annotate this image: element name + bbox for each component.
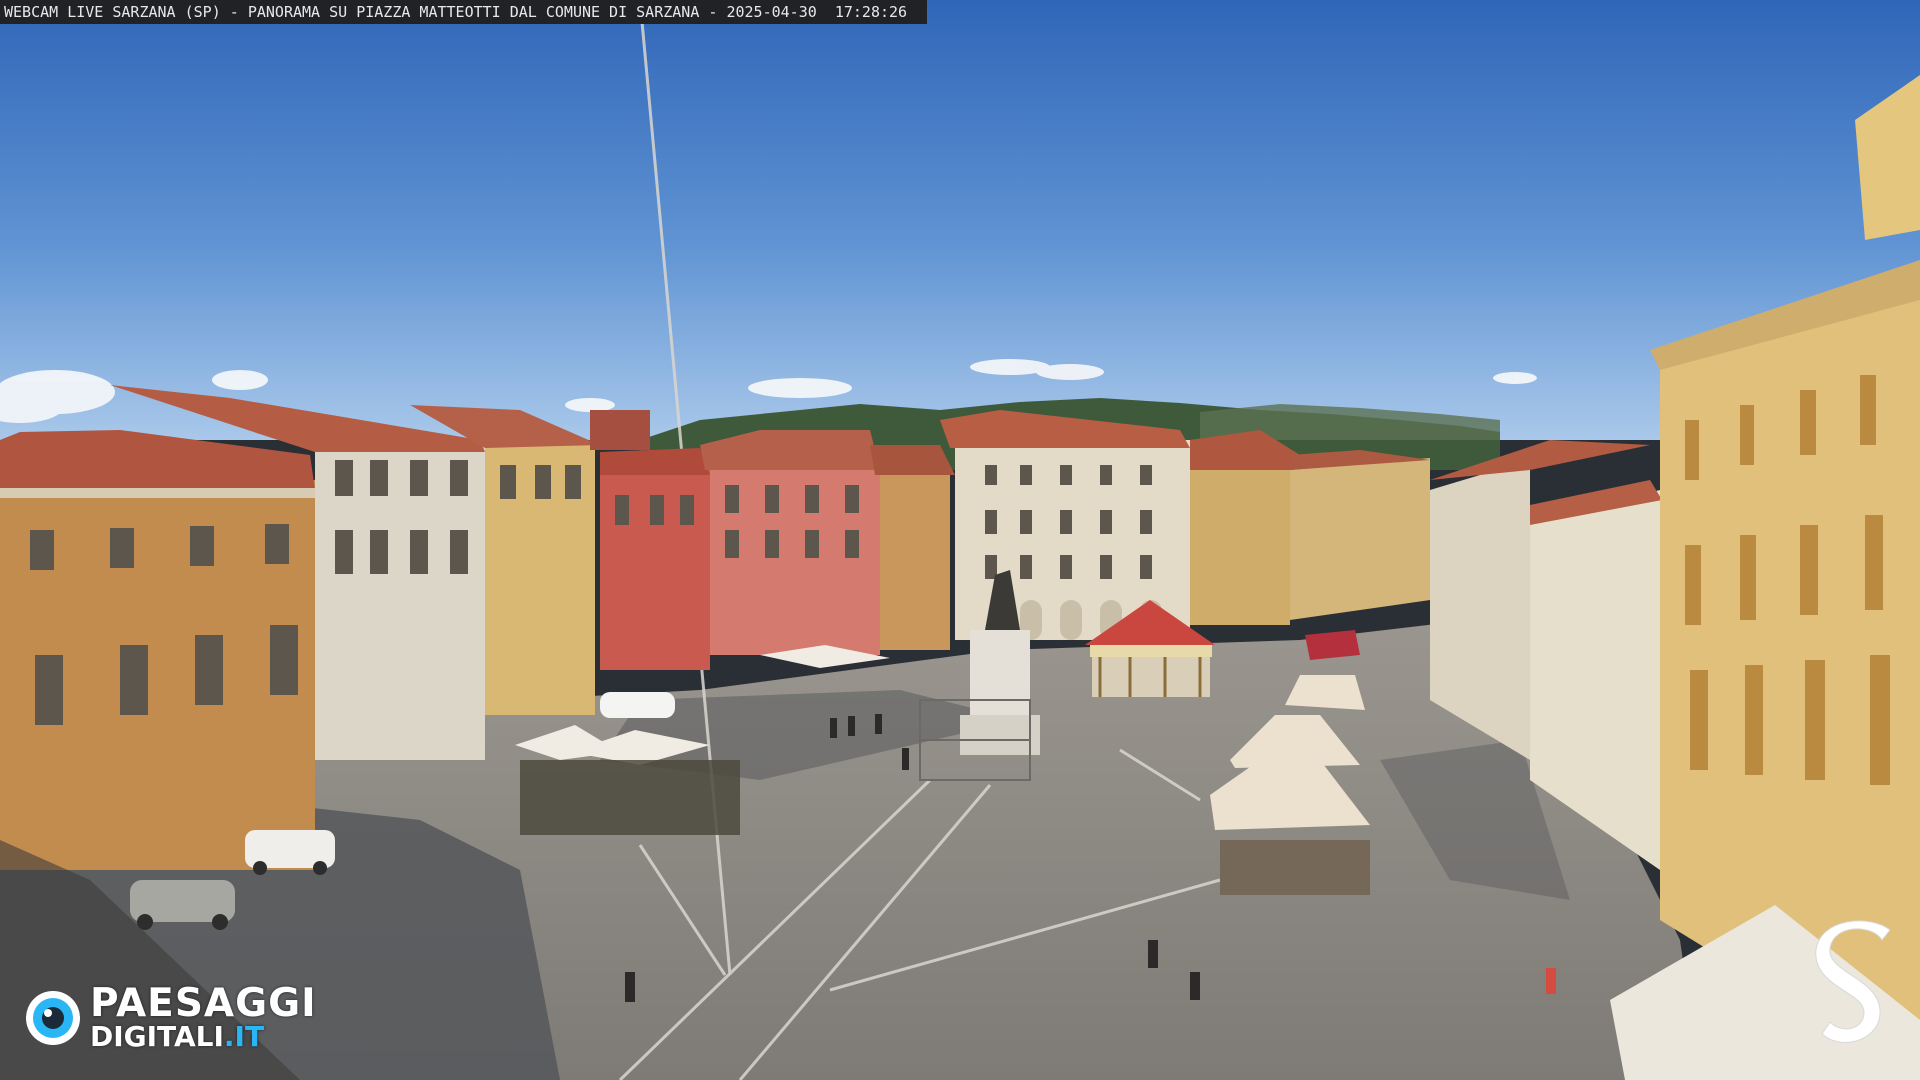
building-ochre-mid <box>870 445 955 650</box>
buildings-receding <box>1290 450 1430 620</box>
building-ochre-left <box>0 430 315 870</box>
sky <box>0 0 1920 440</box>
webcam-frame: WEBCAM LIVE SARZANA (SP) - PANORAMA SU P… <box>0 0 1920 1080</box>
logo-line2-tld: .IT <box>223 1020 265 1053</box>
paesaggi-digitali-logo[interactable]: PAESAGGI DIGITALI .IT <box>24 981 317 1051</box>
piazza-panorama-image <box>0 0 1920 1080</box>
logo-text: PAESAGGI DIGITALI .IT <box>90 981 317 1051</box>
eye-lens-icon <box>26 991 80 1045</box>
building-red <box>590 410 710 670</box>
stylized-s-icon <box>1815 920 1891 1043</box>
logo-line2-main: DIGITALI <box>90 1020 224 1053</box>
building-ochre-center-right <box>1190 430 1300 625</box>
logo-line1: PAESAGGI <box>90 981 317 1026</box>
cafe-planters <box>520 760 740 835</box>
webcam-caption: WEBCAM LIVE SARZANA (SP) - PANORAMA SU P… <box>0 0 928 24</box>
cafe-tables-right <box>1220 840 1370 895</box>
logo-line2: DIGITALI .IT <box>90 1023 317 1051</box>
